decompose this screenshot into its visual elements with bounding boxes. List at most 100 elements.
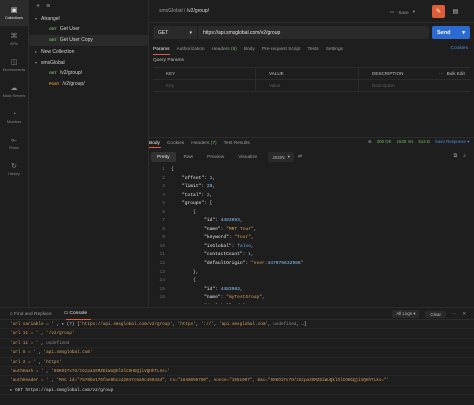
bulk-edit-button[interactable]: Bulk Edit [447,71,465,76]
wrap-icon[interactable]: ⇌ [298,154,302,160]
line-number: 16 [159,295,165,301]
query-params-table: KEY VALUE DESCRIPTION ⋯ Bulk Edit Key Va… [153,67,471,92]
url-input[interactable] [197,26,429,39]
clear-button[interactable]: Clear [425,310,446,318]
search-icon[interactable]: ⌕ [463,153,466,159]
rail-item-collections[interactable]: ▣ Collections [0,0,28,26]
tab-authorization[interactable]: Authorization [177,47,205,52]
request-item[interactable]: GET/v2/group/ [29,68,148,79]
save-button[interactable]: ▭ Save ▾ [386,7,419,17]
cookies-link[interactable]: Cookies [451,46,468,51]
key-input[interactable]: Key [153,80,256,91]
description-input[interactable]: Description [359,80,437,91]
more-icon[interactable]: ⋯ [452,311,456,317]
rail-item-monitors[interactable]: ◔ Monitors [0,104,28,130]
console-log-entry[interactable]: 'url 11 = ' , undefined [0,339,474,349]
line-number: 13 [159,269,165,275]
format-visualize[interactable]: Visualize [232,152,263,162]
line-number: 7 [162,218,165,224]
headers-count-badge: (8) [231,46,237,52]
tab-response-cookies[interactable]: Cookies [167,141,184,146]
code-text: "id": 4483693, [204,218,243,224]
code-line: 4 "total": 2, [149,192,474,201]
response-size[interactable]: 514 B [418,139,429,145]
format-language-select[interactable]: JSON ▾ [268,152,294,162]
console-log-entry[interactable]: ▸ GET https://api.smsglobal.com/v2/group [0,386,474,396]
close-icon[interactable]: ✕ [462,311,466,317]
console-log-entry[interactable]: 'url 11 = ' , '/v2/group' [0,329,474,339]
code-line: 10 "isGlobal": false, [149,243,474,252]
code-line: 7 "id": 4483693, [149,217,474,226]
rail-item-flows[interactable]: ⟜ Flows [0,130,28,156]
rail-item-label: Flows [9,145,19,150]
response-body-editor[interactable]: 1{2 "offset": 1, 3 "limit": 20, 4 "total":… [149,166,474,304]
tree-item-label: /v2/group/ [62,81,85,87]
console-log-entry[interactable]: 'authHeader = ' , 'MAC id="7570be176fae9… [0,376,474,386]
rail-item-label: History [8,171,20,176]
format-raw[interactable]: Raw [178,152,200,162]
edit-icon[interactable]: ✎ [432,5,445,18]
column-header-value: VALUE [256,68,359,79]
code-line: 3 "limit": 20, [149,183,474,192]
collection-folder[interactable]: ▾ Atrangel [29,13,148,24]
request-item[interactable]: POST/v2/group/ [29,79,148,90]
tab-settings[interactable]: Settings [326,47,343,52]
response-time[interactable]: 1525 ms [397,139,414,145]
mock-servers-icon: ☁ [10,84,18,92]
breadcrumb-collection[interactable]: smsGlobal [159,8,183,14]
method-badge: GET [49,27,57,31]
console-log-entry[interactable]: 'url 2 = ' , 'https' [0,358,474,367]
code-text: "defaultOrigin": "ever:447976632986" [204,261,304,267]
comment-icon[interactable]: ▤ [449,5,462,18]
code-text: "id": 4483983, [204,286,243,292]
line-number: 1 [162,167,165,172]
line-number: 3 [162,184,165,190]
rail-item-history[interactable]: ↻ History [0,156,28,182]
tab-response-body[interactable]: Body [149,141,160,146]
collections-icon: ▣ [10,6,18,14]
rail-item-environments[interactable]: ◫ Environments [0,52,28,78]
console-log: 'url variable = ' , ▸ (7) ['https://api.… [0,320,474,396]
save-response-button[interactable]: Save Response ▾ [435,139,469,145]
tab-headers[interactable]: Headers (8) [212,47,237,52]
apis-icon: ⌘ [10,32,18,40]
console-log-entry[interactable]: 'url variable = ' , ▸ (7) ['https://api.… [0,320,474,330]
request-item[interactable]: GET Get User [29,24,148,35]
value-input[interactable]: Value [256,80,359,91]
console-log-entry[interactable]: 'url 8 = ' , 'api.smsglobal.com' [0,348,474,358]
tab-tests[interactable]: Tests [307,47,318,52]
tab-params[interactable]: Params [153,47,170,52]
format-pretty[interactable]: Pretty [151,152,176,162]
rail-item-mock-servers[interactable]: ☁ Mock Servers [0,78,28,104]
more-icon[interactable]: ⋯ [439,71,444,77]
request-item[interactable]: GET Get User Copy [29,35,148,46]
add-icon[interactable]: + [36,3,40,10]
tab-body[interactable]: Body [244,47,255,52]
code-text: "total": 2, [182,192,213,198]
rail-item-label: APIs [10,41,18,46]
tab-test-results[interactable]: Test Results [224,141,250,146]
request-tabs: Params Authorization Headers (8) Body Pr… [149,43,474,55]
line-number: 12 [159,261,165,267]
line-number: 17 [149,303,165,305]
format-preview[interactable]: Preview [201,152,230,162]
method-select[interactable]: GET ▾ [153,26,197,39]
tab-pre-request-script[interactable]: Pre-request Script [262,47,301,52]
tab-response-headers[interactable]: Headers (7) [191,141,216,146]
filter-icon[interactable]: ≡ [46,3,50,10]
collection-folder[interactable]: ▸ New Collection [29,46,148,57]
rail-item-apis[interactable]: ⌘ APIs [0,26,28,52]
send-button[interactable]: Send ▾ [432,26,470,39]
line-number: 14 [159,278,165,284]
tab-find-replace[interactable]: ⌕ Find and Replace [10,311,52,317]
log-level-select[interactable]: All Logs ▾ [392,310,420,318]
console-log-entry[interactable]: 'authHash = ' , '9SKO1Tx7O/zGzpa3SMZDiWu… [0,367,474,377]
status-code[interactable]: 200 OK [377,139,392,145]
chevron-down-icon: ▾ [462,29,465,36]
method-badge: POST [49,82,60,86]
collection-folder[interactable]: ▾ smsGlobal [29,57,148,68]
copy-icon[interactable]: ⧉ [454,153,458,159]
code-text: { [171,209,196,215]
console-panel: ⌕ Find and Replace ▭ Console All Logs ▾ … [0,307,474,405]
tab-console[interactable]: ▭ Console [64,311,87,316]
